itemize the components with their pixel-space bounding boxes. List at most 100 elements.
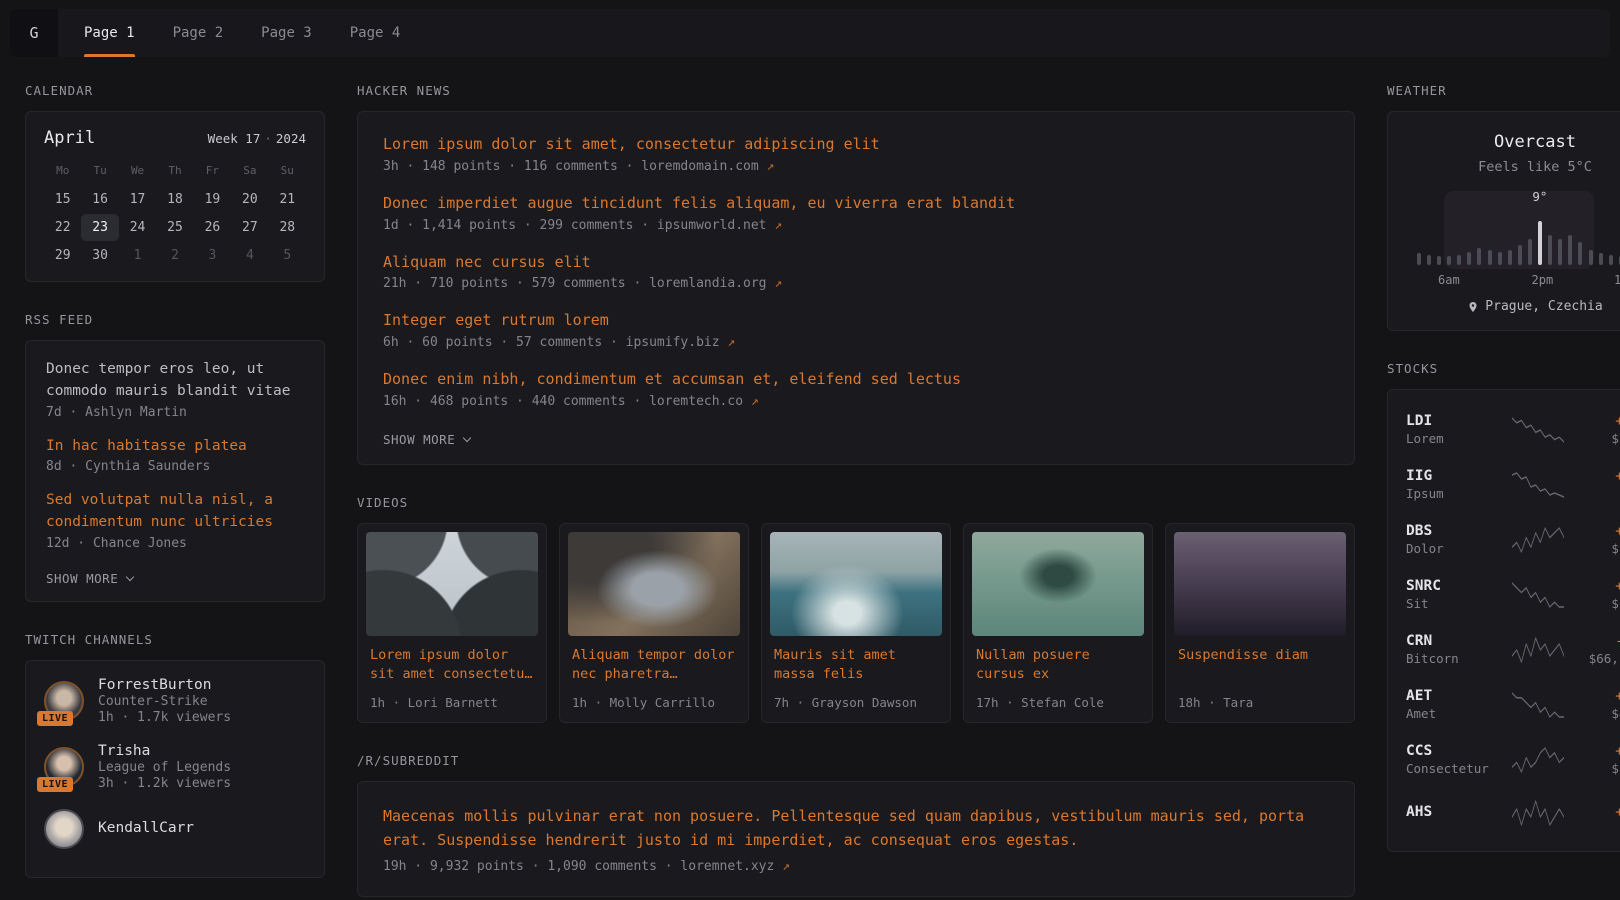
video-title: Lorem ipsum dolor sit amet consectetu…	[358, 644, 546, 686]
external-link-icon[interactable]: ↗	[774, 276, 782, 291]
stock-symbol: DBS	[1406, 523, 1500, 539]
stock-info: IIG Ipsum	[1406, 468, 1500, 501]
tab-page-1[interactable]: Page 1	[84, 9, 135, 57]
tab-page-2[interactable]: Page 2	[173, 9, 224, 57]
hn-show-more-button[interactable]: SHOW MORE	[383, 432, 470, 447]
twitch-channel-meta: 1h · 1.7k viewers	[98, 710, 231, 725]
hn-item-meta: 3h · 148 points · 116 comments · loremdo…	[383, 159, 1329, 174]
calendar-day: 26	[194, 214, 231, 241]
external-link-icon[interactable]: ↗	[727, 335, 735, 350]
stock-row[interactable]: DBS Dolor +1.42% $156.28	[1406, 512, 1620, 567]
stock-name: Lorem	[1406, 431, 1500, 446]
stock-symbol: LDI	[1406, 413, 1500, 429]
external-link-icon[interactable]: ↗	[751, 394, 759, 409]
stock-row[interactable]: IIG Ipsum +2.84% $42.04	[1406, 457, 1620, 512]
stock-symbol: IIG	[1406, 468, 1500, 484]
stock-values: +4.35% $795.18	[1576, 413, 1620, 446]
calendar-day: 27	[231, 214, 268, 241]
weather-temp-label: 9°	[1532, 189, 1547, 204]
middle-column: HACKER NEWS Lorem ipsum dolor sit amet, …	[357, 83, 1355, 900]
video-card[interactable]: Mauris sit amet massa felis 7h · Grayson…	[761, 523, 951, 723]
stock-row[interactable]: LDI Lorem +4.35% $795.18	[1406, 402, 1620, 457]
twitch-channel-name: Trisha	[98, 743, 231, 759]
hn-item: Donec enim nibh, condimentum et accumsan…	[383, 369, 1329, 409]
rss-item-title[interactable]: In hac habitasse platea	[46, 436, 304, 458]
calendar-grid: Mo Tu We Th Fr Sa Su 15 16 17 18 19 20 2…	[44, 158, 306, 269]
rss-item-title[interactable]: Donec tempor eros leo, ut commodo mauris…	[46, 359, 304, 403]
stock-row[interactable]: CCS Consectetur +0.51% $165.84	[1406, 732, 1620, 787]
twitch-avatar-wrap: LIVE	[44, 809, 84, 849]
twitch-channel-name: ForrestBurton	[98, 677, 231, 693]
weather-card: Overcast Feels like 5°C 9° 6am 2pm 10pm …	[1387, 111, 1620, 331]
twitch-channel-row[interactable]: LIVE ForrestBurton Counter-Strike 1h · 1…	[44, 677, 306, 725]
hn-item-meta: 16h · 468 points · 440 comments · loremt…	[383, 394, 1329, 409]
tab-page-4[interactable]: Page 4	[350, 9, 401, 57]
stock-symbol: AHS	[1406, 804, 1500, 820]
stock-row[interactable]: AET Amet +0.92% $499.72	[1406, 677, 1620, 732]
external-link-icon[interactable]: ↗	[767, 159, 775, 174]
weather-time-label: 6am	[1438, 273, 1460, 287]
calendar-day-header: Mo	[44, 158, 81, 185]
hn-item: Donec imperdiet augue tincidunt felis al…	[383, 193, 1329, 233]
stock-name: Amet	[1406, 706, 1500, 721]
calendar-day-header: Th	[156, 158, 193, 185]
left-column: CALENDAR April Week 17·2024 Mo Tu We Th …	[25, 83, 325, 900]
hn-item-title[interactable]: Lorem ipsum dolor sit amet, consectetur …	[383, 134, 1329, 156]
hn-item-title[interactable]: Donec enim nibh, condimentum et accumsan…	[383, 369, 1329, 391]
video-meta: 18h · Tara	[1166, 686, 1354, 722]
hacker-news-widget: HACKER NEWS Lorem ipsum dolor sit amet, …	[357, 83, 1355, 465]
twitch-channel-row[interactable]: LIVE Trisha League of Legends 3h · 1.2k …	[44, 743, 306, 791]
stock-values: +0.92% $499.72	[1576, 688, 1620, 721]
calendar-day: 2	[156, 242, 193, 269]
subreddit-card: Maecenas mollis pulvinar erat non posuer…	[357, 781, 1355, 897]
rss-item: In hac habitasse platea 8d · Cynthia Sau…	[46, 436, 304, 475]
stock-values: +1.42% $156.28	[1576, 523, 1620, 556]
twitch-channel-row[interactable]: LIVE KendallCarr	[44, 809, 306, 849]
stock-row[interactable]: AHS +0.46%	[1406, 787, 1620, 839]
stock-change: +4.35%	[1576, 413, 1620, 429]
stock-sparkline	[1512, 798, 1564, 828]
stock-name: Dolor	[1406, 541, 1500, 556]
stock-price: $66,171.48	[1576, 651, 1620, 666]
external-link-icon[interactable]: ↗	[782, 859, 790, 874]
hn-item-title[interactable]: Integer eget rutrum lorem	[383, 310, 1329, 332]
video-card[interactable]: Nullam posuere cursus ex 17h · Stefan Co…	[963, 523, 1153, 723]
stock-change: +0.46%	[1576, 804, 1620, 820]
videos-row: Lorem ipsum dolor sit amet consectetu… 1…	[357, 523, 1355, 723]
rss-show-more-button[interactable]: SHOW MORE	[46, 571, 133, 586]
calendar-day: 3	[194, 242, 231, 269]
calendar-section-title: CALENDAR	[25, 83, 325, 98]
stock-values: +0.51% $165.84	[1576, 743, 1620, 776]
video-title: Suspendisse diam	[1166, 644, 1354, 686]
stock-sparkline	[1512, 745, 1564, 775]
weather-location: Prague, Czechia	[1408, 299, 1620, 314]
video-card[interactable]: Lorem ipsum dolor sit amet consectetu… 1…	[357, 523, 547, 723]
rss-item: Sed volutpat nulla nisl, a condimentum n…	[46, 490, 304, 551]
hn-item-title[interactable]: Aliquam nec cursus elit	[383, 252, 1329, 274]
calendar-month: April	[44, 128, 95, 148]
weather-condition: Overcast	[1408, 132, 1620, 152]
live-badge: LIVE	[37, 711, 73, 726]
stock-values: +2.84% $42.04	[1576, 468, 1620, 501]
rss-item-title[interactable]: Sed volutpat nulla nisl, a condimentum n…	[46, 490, 304, 534]
calendar-day: 1	[119, 242, 156, 269]
video-card[interactable]: Aliquam tempor dolor nec pharetra… 1h · …	[559, 523, 749, 723]
hn-item-title[interactable]: Donec imperdiet augue tincidunt felis al…	[383, 193, 1329, 215]
hn-meta-text: 16h · 468 points · 440 comments · loremt…	[383, 394, 743, 409]
twitch-channel-info: ForrestBurton Counter-Strike 1h · 1.7k v…	[98, 677, 231, 725]
external-link-icon[interactable]: ↗	[774, 218, 782, 233]
hn-item: Lorem ipsum dolor sit amet, consectetur …	[383, 134, 1329, 174]
subreddit-post-title[interactable]: Maecenas mollis pulvinar erat non posuer…	[383, 804, 1329, 852]
tab-page-3[interactable]: Page 3	[261, 9, 312, 57]
weather-widget: WEATHER Overcast Feels like 5°C 9° 6am 2…	[1387, 83, 1620, 331]
weather-section-title: WEATHER	[1387, 83, 1620, 98]
video-card[interactable]: Suspendisse diam 18h · Tara	[1165, 523, 1355, 723]
stock-info: SNRC Sit	[1406, 578, 1500, 611]
stock-change: +0.51%	[1576, 743, 1620, 759]
stock-row[interactable]: CRN Bitcorn -1.00% $66,171.48	[1406, 622, 1620, 677]
calendar-separator: ·	[260, 131, 276, 146]
stock-row[interactable]: SNRC Sit +1.36% $148.64	[1406, 567, 1620, 622]
weather-time-label: 2pm	[1532, 273, 1554, 287]
calendar-week-year: Week 17·2024	[208, 131, 306, 146]
stock-price: $165.84	[1576, 761, 1620, 776]
